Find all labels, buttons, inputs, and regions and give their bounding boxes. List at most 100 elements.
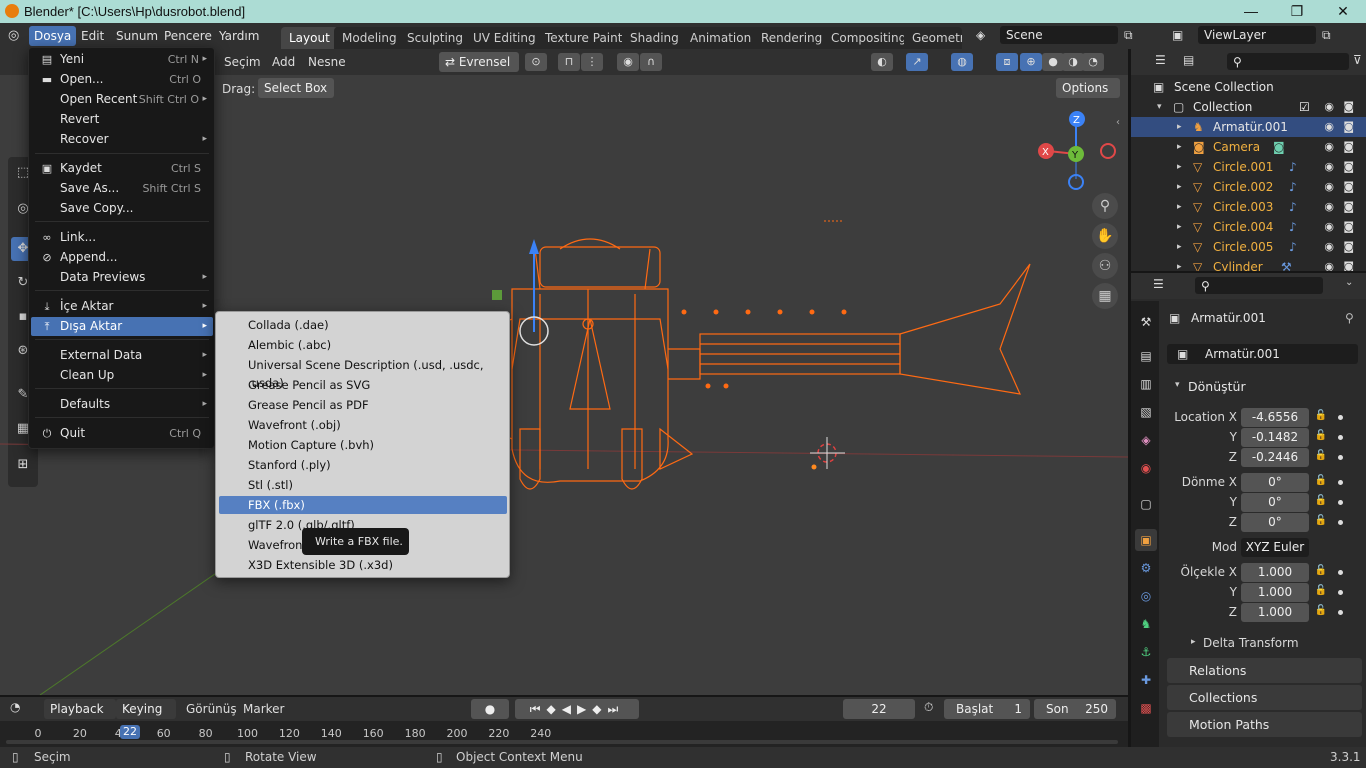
physics-tab-icon[interactable]: ♞ <box>1135 613 1157 635</box>
view-layer-icon[interactable]: ▣ <box>1172 28 1183 42</box>
object-name-field[interactable]: Armatür.001 <box>1167 344 1358 364</box>
export-usd[interactable]: Universal Scene Description (.usd, .usdc… <box>219 356 507 390</box>
export-alembic[interactable]: Alembic (.abc) <box>219 336 507 354</box>
location-y-field[interactable]: -0.1482 <box>1241 428 1309 447</box>
location-x-field[interactable]: -4.6556 <box>1241 408 1309 427</box>
menu-item-revert[interactable]: Revert <box>31 110 213 129</box>
menu-item-link[interactable]: ∞ Link... <box>31 228 213 247</box>
camera-render-icon[interactable]: ◙ <box>1343 177 1354 197</box>
particles-tab-icon[interactable]: ◎ <box>1135 585 1157 607</box>
rotation-z-field[interactable]: 0° <box>1241 513 1309 532</box>
timeline-scrollbar[interactable] <box>6 740 1118 744</box>
outliner-item-circle-003[interactable]: ▸ ▽ Circle.003 ♪ ◉ ◙ <box>1131 197 1366 217</box>
menu-item-open-recent[interactable]: Open Recent Shift Ctrl O ▸ <box>31 90 213 109</box>
constraints-tab-icon[interactable]: ⚓ <box>1135 641 1157 663</box>
menu-item-open[interactable]: ▬ Open... Ctrl O <box>31 70 213 89</box>
rotation-x-field[interactable]: 0° <box>1241 473 1309 492</box>
pin-icon[interactable]: ⚲ <box>1345 311 1354 325</box>
output-tab-icon[interactable]: ▥ <box>1135 373 1157 395</box>
motion-paths-panel[interactable]: Motion Paths <box>1167 712 1362 737</box>
relations-panel[interactable]: Relations <box>1167 658 1362 683</box>
menu-item-data-previews[interactable]: Data Previews ▸ <box>31 268 213 287</box>
outliner-item-circle-001[interactable]: ▸ ▽ Circle.001 ♪ ◉ ◙ <box>1131 157 1366 177</box>
eye-icon[interactable]: ◉ <box>1324 237 1334 257</box>
eye-icon[interactable]: ◉ <box>1324 197 1334 217</box>
camera-render-icon[interactable]: ◙ <box>1343 157 1354 177</box>
scene-name-field[interactable]: Scene <box>1000 26 1118 44</box>
blender-menu-icon[interactable]: ◎ <box>8 28 19 43</box>
render-tab-icon[interactable]: ▤ <box>1135 345 1157 367</box>
outliner-item-armature[interactable]: ▸ ♞ Armatür.001 ◉ ◙ <box>1131 117 1366 137</box>
object-data-tab-icon[interactable]: ✚ <box>1135 669 1157 691</box>
filter-icon[interactable]: ⊽ <box>1353 53 1362 67</box>
tab-compositing[interactable]: Compositing <box>823 27 915 49</box>
tab-modeling[interactable]: Modeling <box>334 27 405 49</box>
menu-item-new[interactable]: ▤ Yeni Ctrl N ▸ <box>31 50 213 69</box>
new-scene-icon[interactable]: ⧉ <box>1124 28 1133 43</box>
camera-render-icon[interactable]: ◙ <box>1343 197 1354 217</box>
lock-icon[interactable]: 🔓 <box>1314 515 1328 526</box>
playhead[interactable]: 22 <box>120 725 140 739</box>
lock-icon[interactable]: 🔓 <box>1314 410 1328 421</box>
editor-type-icon[interactable]: ☰ <box>1155 53 1166 67</box>
camera-render-icon[interactable]: ◙ <box>1343 117 1354 137</box>
tab-rendering[interactable]: Rendering <box>753 27 831 49</box>
keyframe-dot-icon[interactable] <box>1338 520 1343 525</box>
camera-view-icon[interactable]: ⚇ <box>1092 253 1118 279</box>
tab-uv-editing[interactable]: UV Editing <box>465 27 544 49</box>
lock-icon[interactable]: 🔓 <box>1314 495 1328 506</box>
timeline-editor[interactable]: ◔ Playback Keying Görünüş Marker ● ⏮◆◀▶◆… <box>0 697 1128 747</box>
transform-panel-title[interactable]: Dönüştür <box>1188 379 1246 394</box>
eye-icon[interactable]: ◉ <box>1324 257 1334 271</box>
display-mode-icon[interactable]: ▤ <box>1183 53 1194 67</box>
new-view-layer-icon[interactable]: ⧉ <box>1322 28 1331 43</box>
transform-collapse-icon[interactable]: ▾ <box>1175 380 1180 390</box>
location-z-field[interactable]: -0.2446 <box>1241 448 1309 467</box>
export-wavefront-obj[interactable]: Wavefront (.obj) <box>219 416 507 434</box>
collections-panel[interactable]: Collections <box>1167 685 1362 710</box>
tab-texture-paint[interactable]: Texture Paint <box>537 27 631 49</box>
outliner-scene-collection[interactable]: ▣ Scene Collection <box>1131 77 1366 97</box>
keyframe-dot-icon[interactable] <box>1338 415 1343 420</box>
lock-icon[interactable]: 🔓 <box>1314 430 1328 441</box>
tab-sculpting[interactable]: Sculpting <box>399 27 472 49</box>
export-ply[interactable]: Stanford (.ply) <box>219 456 507 474</box>
eye-icon[interactable]: ◉ <box>1324 177 1334 197</box>
menu-item-external-data[interactable]: External Data ▸ <box>31 346 213 365</box>
texture-tab-icon[interactable]: ▩ <box>1135 697 1157 719</box>
outliner-item-circle-004[interactable]: ▸ ▽ Circle.004 ♪ ◉ ◙ <box>1131 217 1366 237</box>
view-layer-field[interactable]: ViewLayer <box>1198 26 1316 44</box>
camera-render-icon[interactable]: ◙ <box>1343 137 1354 157</box>
menu-item-export[interactable]: ⤒ Dışa Aktar ▸ <box>31 317 213 336</box>
camera-render-icon[interactable]: ◙ <box>1343 217 1354 237</box>
keyframe-dot-icon[interactable] <box>1338 435 1343 440</box>
view-layer-tab-icon[interactable]: ▧ <box>1135 401 1157 423</box>
world-tab-icon[interactable]: ◉ <box>1135 457 1157 479</box>
menu-pencere[interactable]: Pencere <box>159 26 217 46</box>
sidebar-toggle-icon[interactable]: ‹ <box>1116 117 1120 128</box>
lock-icon[interactable]: 🔓 <box>1314 585 1328 596</box>
export-gp-svg[interactable]: Grease Pencil as SVG <box>219 376 507 394</box>
keyframe-dot-icon[interactable] <box>1338 455 1343 460</box>
outliner-item-camera[interactable]: ▸ ◙ Camera ◙ ◉ ◙ <box>1131 137 1366 157</box>
delta-transform-subpanel[interactable]: Delta Transform <box>1203 636 1299 650</box>
lock-icon[interactable]: 🔓 <box>1314 565 1328 576</box>
keyframe-dot-icon[interactable] <box>1338 610 1343 615</box>
scene-tab-icon[interactable]: ◈ <box>1135 429 1157 451</box>
menu-dosya[interactable]: Dosya <box>29 26 77 46</box>
menu-item-save[interactable]: ▣ Kaydet Ctrl S <box>31 159 213 178</box>
close-icon[interactable]: ✕ <box>1320 0 1366 23</box>
object-tab-icon[interactable]: ▣ <box>1135 529 1157 551</box>
tab-animation[interactable]: Animation <box>682 27 760 49</box>
eye-icon[interactable]: ◉ <box>1324 217 1334 237</box>
tab-layout[interactable]: Layout <box>281 27 338 49</box>
keyframe-dot-icon[interactable] <box>1338 480 1343 485</box>
keyframe-dot-icon[interactable] <box>1338 500 1343 505</box>
checkbox-icon[interactable]: ☑ <box>1299 97 1310 117</box>
keyframe-dot-icon[interactable] <box>1338 570 1343 575</box>
minimize-icon[interactable]: — <box>1228 0 1274 23</box>
editor-type-icon[interactable]: ☰ <box>1153 277 1164 291</box>
outliner-search-input[interactable]: ⚲ <box>1227 53 1349 70</box>
eye-icon[interactable]: ◉ <box>1324 97 1334 117</box>
rotation-mode-dropdown[interactable]: XYZ Euler <box>1241 538 1309 557</box>
